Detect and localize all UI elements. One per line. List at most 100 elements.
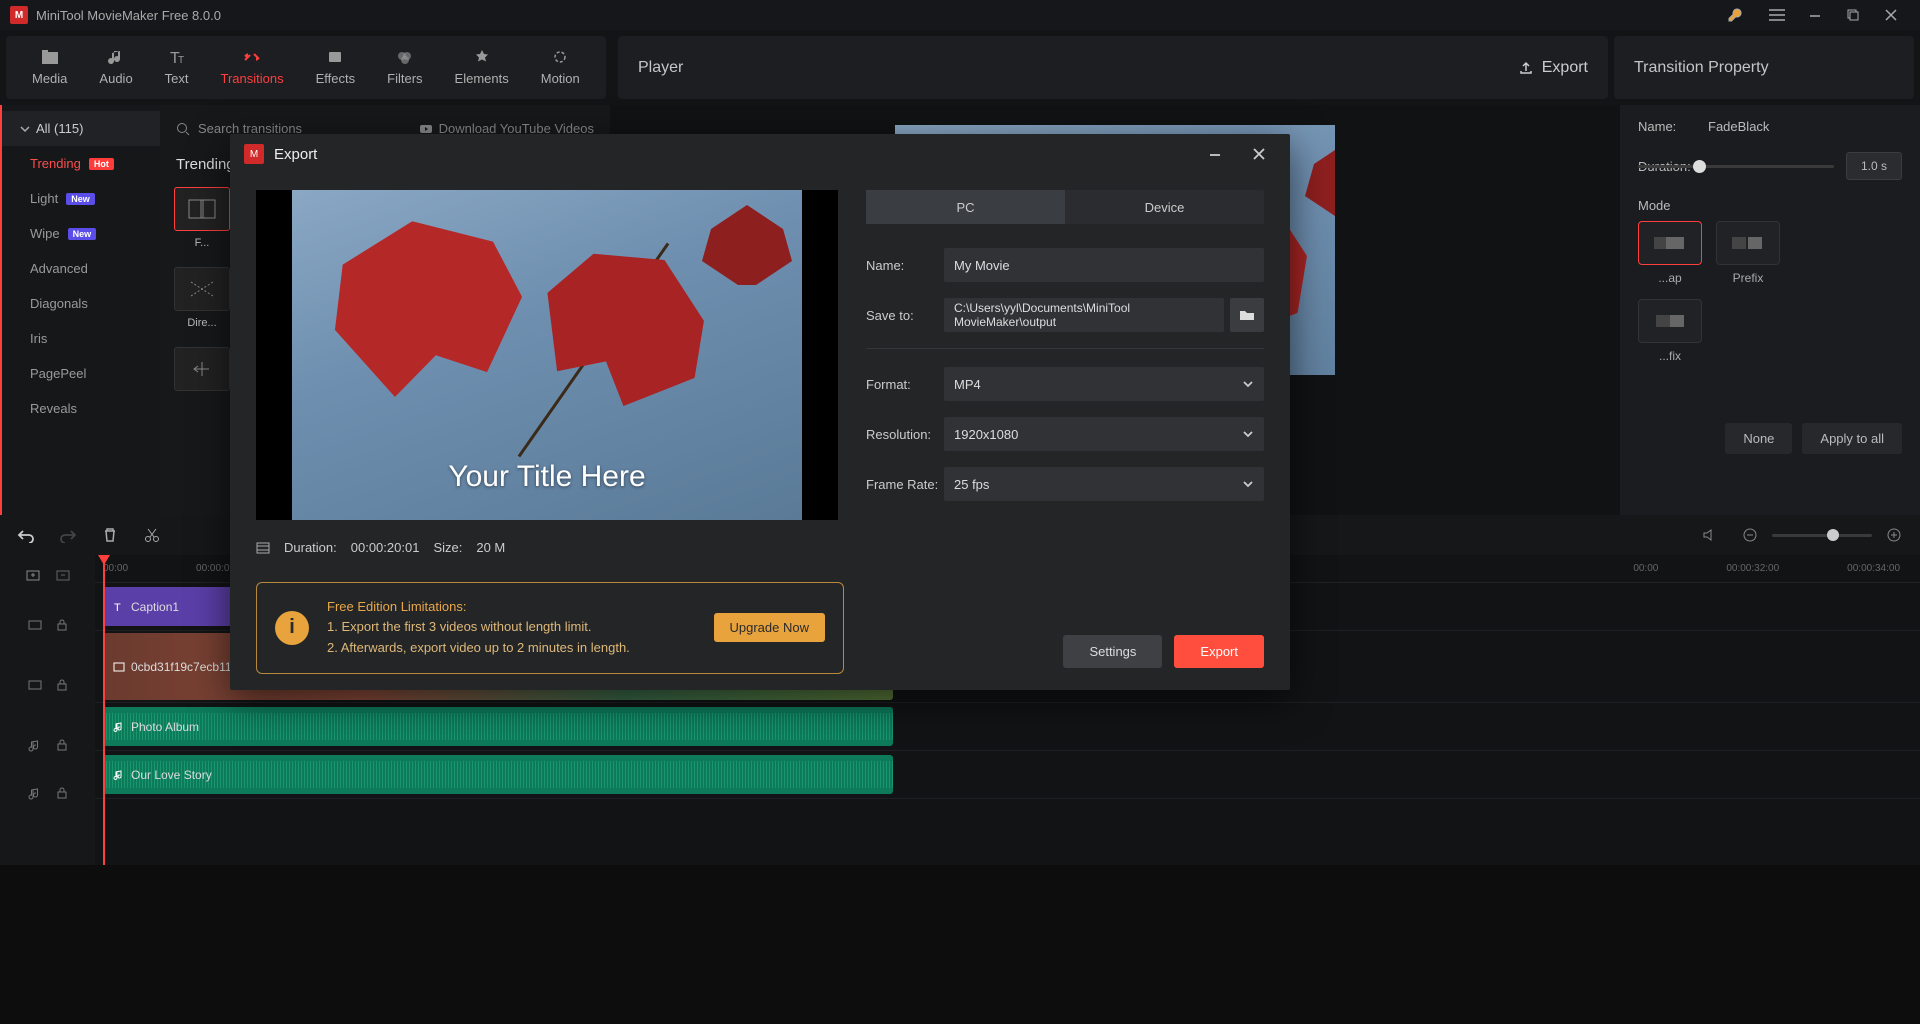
caption-clip[interactable]: T Caption1: [103, 587, 243, 626]
browse-folder-button[interactable]: [1230, 298, 1264, 332]
audio-track-1[interactable]: Photo Album: [95, 703, 1920, 751]
tab-transitions[interactable]: Transitions: [205, 42, 300, 93]
mode-overlap[interactable]: [1638, 221, 1702, 265]
search-icon: [176, 122, 190, 136]
audio-track-2[interactable]: Our Love Story: [95, 751, 1920, 799]
audio-clip[interactable]: Photo Album: [103, 707, 893, 746]
export-meta: Duration: 00:00:20:01 Size: 20 M: [256, 540, 838, 555]
preview-title-overlay: Your Title Here: [292, 460, 802, 494]
cut-icon[interactable]: [140, 523, 164, 547]
apply-all-button[interactable]: Apply to all: [1802, 423, 1902, 454]
lock-icon[interactable]: [56, 738, 68, 752]
zoom-slider[interactable]: [1772, 534, 1872, 537]
track-head-audio1: [0, 721, 95, 769]
delete-icon[interactable]: [98, 523, 122, 547]
duration-value[interactable]: 1.0 s: [1846, 152, 1902, 180]
sidebar-item-advanced[interactable]: Advanced: [2, 251, 160, 286]
add-track-icon: [25, 567, 41, 583]
badge-hot: Hot: [89, 158, 114, 170]
modal-close-button[interactable]: [1242, 137, 1276, 171]
export-settings-button[interactable]: Settings: [1063, 635, 1162, 668]
transition-thumb[interactable]: Dire...: [174, 267, 230, 329]
film-icon: [256, 541, 270, 555]
seg-device[interactable]: Device: [1065, 190, 1264, 224]
prop-name-value: FadeBlack: [1708, 119, 1769, 134]
apply-none-button[interactable]: None: [1725, 423, 1792, 454]
chevron-down-icon: [1242, 478, 1254, 490]
track-head-text: [0, 601, 95, 649]
export-icon: [1518, 60, 1534, 76]
transition-thumb[interactable]: F...: [174, 187, 230, 249]
image-clip-icon: [113, 661, 125, 673]
chevron-down-icon: [1242, 428, 1254, 440]
player-label: Player: [638, 59, 683, 77]
sidebar-item-reveals[interactable]: Reveals: [2, 391, 160, 426]
track-headers: [0, 555, 95, 865]
sidebar-all[interactable]: All (115): [2, 111, 160, 146]
lock-icon[interactable]: [56, 678, 68, 692]
zoom-control: [1738, 523, 1906, 547]
category-sidebar: All (115) TrendingHot LightNew WipeNew A…: [0, 105, 160, 515]
license-key-icon[interactable]: [1716, 0, 1754, 30]
sidebar-item-diagonals[interactable]: Diagonals: [2, 286, 160, 321]
mode-suffix[interactable]: [1638, 299, 1702, 343]
lock-icon[interactable]: [56, 786, 68, 800]
modal-minimize-button[interactable]: [1198, 137, 1232, 171]
mode-prefix[interactable]: [1716, 221, 1780, 265]
zoom-out-icon[interactable]: [1738, 523, 1762, 547]
format-select[interactable]: MP4: [944, 367, 1264, 401]
zoom-in-icon[interactable]: [1882, 523, 1906, 547]
video-track-icon: [28, 678, 42, 692]
maximize-button[interactable]: [1834, 0, 1872, 30]
tab-motion[interactable]: Motion: [525, 42, 596, 93]
remove-track-icon: [55, 567, 71, 583]
sidebar-item-wipe[interactable]: WipeNew: [2, 216, 160, 251]
audio-clip[interactable]: Our Love Story: [103, 755, 893, 794]
tab-elements[interactable]: Elements: [439, 42, 525, 93]
framerate-select[interactable]: 25 fps: [944, 467, 1264, 501]
resolution-select[interactable]: 1920x1080: [944, 417, 1264, 451]
export-confirm-button[interactable]: Export: [1174, 635, 1264, 668]
sidebar-item-pagepeel[interactable]: PagePeel: [2, 356, 160, 391]
hamburger-menu-icon[interactable]: [1758, 0, 1796, 30]
audio-detach-icon[interactable]: [1696, 523, 1720, 547]
badge-new: New: [68, 228, 97, 240]
titlebar: M MiniTool MovieMaker Free 8.0.0: [0, 0, 1920, 30]
tab-text[interactable]: TTText: [149, 42, 205, 93]
upgrade-button[interactable]: Upgrade Now: [714, 613, 826, 642]
audio-track-icon: [28, 738, 42, 752]
track-head-add[interactable]: [0, 561, 95, 589]
tab-filters[interactable]: Filters: [371, 42, 438, 93]
lock-icon[interactable]: [56, 618, 68, 632]
badge-new: New: [66, 193, 95, 205]
redo-icon[interactable]: [56, 523, 80, 547]
modal-logo-icon: M: [244, 144, 264, 164]
tab-media[interactable]: Media: [16, 42, 83, 93]
export-link[interactable]: Export: [1518, 59, 1588, 77]
tab-audio[interactable]: Audio: [83, 42, 148, 93]
seg-pc[interactable]: PC: [866, 190, 1065, 224]
property-panel-header: Transition Property: [1614, 36, 1914, 99]
app-title: MiniTool MovieMaker Free 8.0.0: [36, 8, 221, 23]
playhead[interactable]: [103, 555, 105, 865]
tab-effects[interactable]: Effects: [300, 42, 372, 93]
export-preview: Your Title Here: [256, 190, 838, 520]
track-head-video: [0, 649, 95, 721]
sidebar-item-trending[interactable]: TrendingHot: [2, 146, 160, 181]
transition-thumb[interactable]: [174, 347, 230, 397]
info-icon: i: [275, 611, 309, 645]
export-name-input[interactable]: My Movie: [944, 248, 1264, 282]
undo-icon[interactable]: [14, 523, 38, 547]
text-clip-icon: T: [113, 601, 125, 613]
chevron-down-icon: [1242, 378, 1254, 390]
svg-text:T: T: [178, 55, 184, 66]
modal-footer: Settings Export: [1063, 635, 1264, 668]
free-edition-notice: i Free Edition Limitations: 1. Export th…: [256, 582, 844, 674]
sidebar-item-light[interactable]: LightNew: [2, 181, 160, 216]
close-button[interactable]: [1872, 0, 1910, 30]
export-saveto-input[interactable]: C:\Users\yyl\Documents\MiniTool MovieMak…: [944, 298, 1224, 332]
minimize-button[interactable]: [1796, 0, 1834, 30]
sidebar-item-iris[interactable]: Iris: [2, 321, 160, 356]
duration-slider[interactable]: [1638, 165, 1834, 168]
audio-clip-icon: [113, 769, 125, 781]
